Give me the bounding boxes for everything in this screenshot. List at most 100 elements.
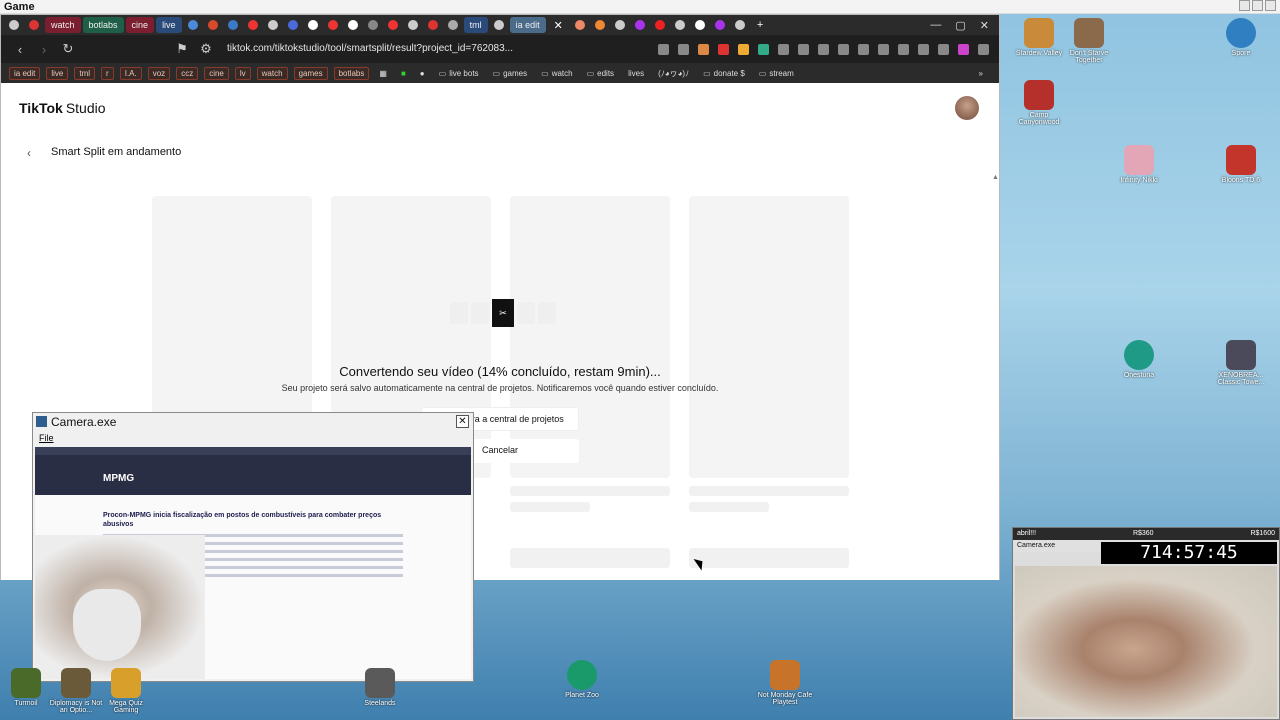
extension-icon[interactable] bbox=[898, 43, 909, 55]
desktop-icon-stardew-valley[interactable]: Stardew Valley bbox=[1011, 18, 1067, 57]
tab-icon-26[interactable] bbox=[731, 17, 749, 33]
bookmark-ccz[interactable]: ccz bbox=[176, 66, 199, 80]
extension-icon[interactable] bbox=[878, 43, 889, 55]
bookmark-live[interactable]: live bbox=[46, 66, 69, 80]
folder-edits[interactable]: edits bbox=[583, 67, 618, 80]
tab-cine[interactable]: cine bbox=[125, 17, 155, 33]
close-icon[interactable]: ✕ bbox=[456, 415, 469, 428]
chevron-left-icon[interactable]: ‹ bbox=[27, 146, 31, 160]
tab-icon-4[interactable] bbox=[204, 17, 222, 33]
camera-window[interactable]: Camera.exe ✕ File MPMG Procon-MPMG inici… bbox=[32, 412, 474, 682]
tab-ia-edit[interactable]: ia edit bbox=[509, 17, 546, 33]
camera-file-menu[interactable]: File bbox=[33, 431, 473, 445]
bookmark-icon-circle[interactable]: ● bbox=[416, 67, 429, 80]
bookmark-icon-green[interactable]: ■ bbox=[397, 67, 410, 80]
tab-icon-5[interactable] bbox=[224, 17, 242, 33]
bookmark-emoticon[interactable]: (ﾉ◕ヮ◕)ﾉ bbox=[654, 67, 693, 80]
desktop-icon-infinity-nikki[interactable]: Infinity Nikki bbox=[1111, 145, 1167, 184]
more-bookmarks-icon[interactable]: » bbox=[975, 67, 999, 80]
folder-live-bots[interactable]: live bots bbox=[435, 67, 483, 80]
back-arrow-icon[interactable]: ‹ bbox=[13, 42, 27, 57]
desktop-icon-spore[interactable]: Spore bbox=[1213, 18, 1269, 57]
tab-icon-16[interactable] bbox=[444, 17, 462, 33]
camera-titlebar[interactable]: Camera.exe ✕ bbox=[33, 413, 473, 431]
extension-icon[interactable] bbox=[818, 43, 829, 55]
browser-window-controls[interactable]: — ▢ ✕ bbox=[930, 19, 999, 32]
bookmark-ia-edit[interactable]: ia edit bbox=[9, 66, 41, 80]
bookmark-watch[interactable]: watch bbox=[256, 66, 288, 80]
tab-icon-15[interactable] bbox=[424, 17, 442, 33]
desktop-icon-camp-canyonwood[interactable]: Camp Canyonwood bbox=[1011, 80, 1067, 126]
desktop-icon-steelands[interactable]: Steelands bbox=[350, 668, 410, 707]
tab-icon-21[interactable] bbox=[631, 17, 649, 33]
tab-icon-11[interactable] bbox=[344, 17, 362, 33]
tab-icon-9[interactable] bbox=[304, 17, 322, 33]
menu-icon[interactable] bbox=[978, 43, 989, 55]
close-icon[interactable]: ✕ bbox=[980, 19, 989, 32]
maximize-icon[interactable] bbox=[1252, 0, 1263, 11]
extension-icon[interactable] bbox=[658, 43, 669, 55]
tab-icon-8[interactable] bbox=[284, 17, 302, 33]
apps-grid-icon[interactable]: ▦ bbox=[375, 67, 391, 80]
desktop-icon-onestuna[interactable]: Onestuna bbox=[1111, 340, 1167, 379]
avatar[interactable] bbox=[955, 96, 979, 120]
bookmark-botlabs[interactable]: botlabs bbox=[333, 66, 370, 80]
tab-live[interactable]: live bbox=[156, 17, 182, 33]
extension-icon[interactable] bbox=[678, 43, 689, 55]
extension-icon[interactable] bbox=[738, 43, 749, 55]
bookmark-lives[interactable]: lives bbox=[624, 67, 648, 80]
close-icon[interactable] bbox=[1265, 0, 1276, 11]
tab-icon-3[interactable] bbox=[184, 17, 202, 33]
extension-icon[interactable] bbox=[718, 43, 729, 55]
reload-icon[interactable]: ↻ bbox=[61, 41, 75, 57]
desktop-icon-bloons-td6[interactable]: Bloons TD 6 bbox=[1213, 145, 1269, 184]
tab-tml[interactable]: tml bbox=[463, 17, 488, 33]
extension-icon[interactable] bbox=[938, 43, 949, 55]
tab-icon-10[interactable] bbox=[324, 17, 342, 33]
tab-icon-13[interactable] bbox=[384, 17, 402, 33]
extension-icon[interactable] bbox=[858, 43, 869, 55]
bookmark-tml[interactable]: tml bbox=[74, 66, 96, 80]
new-tab-icon[interactable]: + bbox=[751, 17, 769, 33]
extension-icon[interactable] bbox=[798, 43, 809, 55]
tab-icon-6[interactable] bbox=[244, 17, 262, 33]
bookmark-games[interactable]: games bbox=[293, 66, 328, 80]
tab-close-icon[interactable]: ✕ bbox=[548, 17, 569, 33]
address-bar[interactable]: tiktok.com/tiktokstudio/tool/smartsplit/… bbox=[223, 39, 513, 59]
desktop-icon-dont-starve[interactable]: Don't Starve Together bbox=[1061, 18, 1117, 64]
tab-watch[interactable]: watch bbox=[45, 17, 81, 33]
bookmark-voz[interactable]: voz bbox=[147, 66, 171, 80]
tab-icon-2[interactable] bbox=[25, 17, 43, 33]
tab-icon-23[interactable] bbox=[671, 17, 689, 33]
desktop-icon-mega-quiz[interactable]: Mega Quiz Gaming bbox=[96, 668, 156, 714]
tab-botlabs[interactable]: botlabs bbox=[82, 17, 124, 33]
tab-icon-1[interactable] bbox=[5, 17, 23, 33]
bookmark-ia[interactable]: I.A. bbox=[119, 66, 142, 80]
bookmark-lv[interactable]: lv bbox=[234, 66, 251, 80]
tiktok-studio-logo[interactable]: TikTok Studio bbox=[19, 100, 106, 116]
tab-icon-18[interactable] bbox=[571, 17, 589, 33]
folder-watch[interactable]: watch bbox=[537, 67, 576, 80]
tab-icon-24[interactable] bbox=[691, 17, 709, 33]
tab-icon-12[interactable] bbox=[364, 17, 382, 33]
site-settings-icon[interactable]: ⚙ bbox=[199, 41, 213, 57]
desktop-icon-planet-zoo[interactable]: Planet Zoo bbox=[552, 660, 612, 699]
maximize-icon[interactable]: ▢ bbox=[955, 19, 965, 32]
desktop-icon-xenobrea[interactable]: XENOBREA... Classic Towe... bbox=[1213, 340, 1269, 386]
extension-icon[interactable] bbox=[778, 43, 789, 55]
scroll-arrow-icon[interactable]: ▲ bbox=[992, 174, 999, 181]
tab-icon-17[interactable] bbox=[490, 17, 508, 33]
tab-icon-20[interactable] bbox=[611, 17, 629, 33]
extension-icon[interactable] bbox=[838, 43, 849, 55]
folder-stream[interactable]: stream bbox=[755, 67, 798, 80]
extension-icon[interactable] bbox=[698, 43, 709, 55]
bookmark-r[interactable]: r bbox=[101, 66, 114, 80]
extension-icon[interactable] bbox=[918, 43, 929, 55]
folder-games[interactable]: games bbox=[489, 67, 532, 80]
minimize-icon[interactable] bbox=[1239, 0, 1250, 11]
window-controls[interactable] bbox=[1239, 0, 1276, 11]
tab-icon-25[interactable] bbox=[711, 17, 729, 33]
tab-icon-7[interactable] bbox=[264, 17, 282, 33]
tab-icon-22[interactable] bbox=[651, 17, 669, 33]
extension-icon[interactable] bbox=[758, 43, 769, 55]
